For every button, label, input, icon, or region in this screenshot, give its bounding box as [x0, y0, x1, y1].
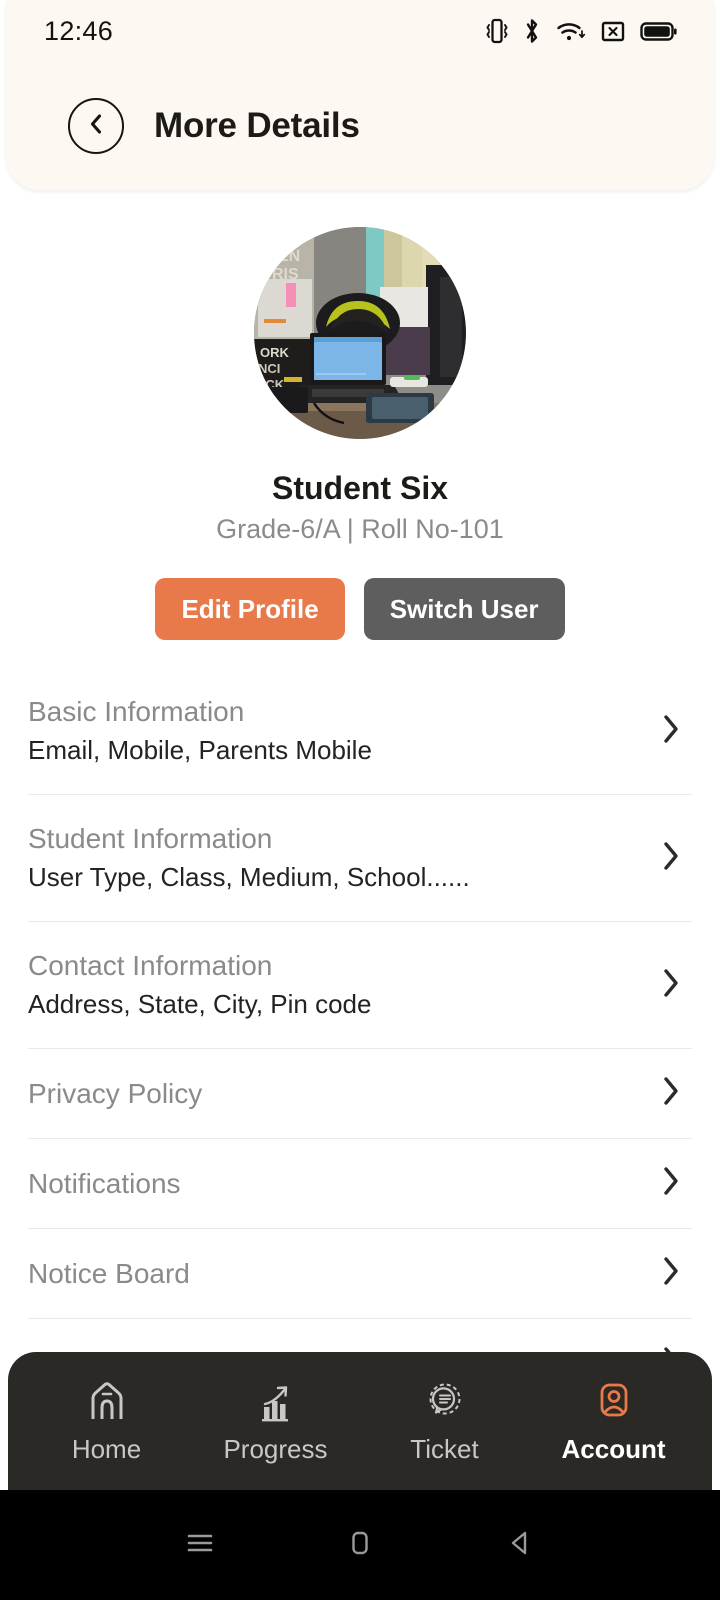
svg-text:NCI: NCI: [258, 361, 280, 376]
chat-icon: [421, 1377, 469, 1428]
list-item-notice-board[interactable]: Notice Board: [28, 1229, 692, 1319]
app-bar: More Details: [6, 62, 714, 190]
header-card: 12:46 More Details: [6, 0, 714, 190]
nav-label: Progress: [223, 1434, 328, 1464]
vibrate-icon: [486, 17, 508, 45]
list-item-notifications[interactable]: Notifications: [28, 1139, 692, 1229]
list-item-subtitle: User Type, Class, Medium, School......: [28, 862, 470, 892]
svg-text:RIS: RIS: [272, 266, 299, 283]
details-list: Basic Information Email, Mobile, Parents…: [28, 668, 692, 1409]
nav-item-progress[interactable]: Progress: [216, 1377, 336, 1465]
avatar[interactable]: ORK NCI ACK EN RIS: [254, 227, 466, 439]
nav-item-account[interactable]: Account: [554, 1377, 674, 1465]
nav-label: Account: [561, 1434, 666, 1464]
status-bar: 12:46: [6, 0, 714, 62]
list-item-privacy-policy[interactable]: Privacy Policy: [28, 1049, 692, 1139]
chevron-right-icon: [660, 1074, 692, 1113]
list-item-subtitle: Email, Mobile, Parents Mobile: [28, 735, 372, 765]
bluetooth-icon: [522, 17, 542, 45]
home-square-icon[interactable]: [340, 1526, 380, 1565]
svg-text:EN: EN: [278, 248, 300, 265]
wifi-icon: [556, 17, 586, 45]
avatar-photo: ORK NCI ACK EN RIS: [254, 227, 466, 439]
edit-profile-button[interactable]: Edit Profile: [155, 578, 345, 640]
battery-full-icon: [640, 17, 678, 45]
list-item-student-information[interactable]: Student Information User Type, Class, Me…: [28, 795, 692, 922]
profile-action-buttons: Edit Profile Switch User: [0, 578, 720, 640]
chevron-right-icon: [660, 712, 692, 751]
back-button[interactable]: [68, 98, 124, 154]
list-item-title: Privacy Policy: [28, 1077, 203, 1109]
list-item-title: Notifications: [28, 1167, 181, 1199]
page-title: More Details: [154, 106, 360, 145]
status-clock: 12:46: [44, 15, 114, 46]
list-item-subtitle: Address, State, City, Pin code: [28, 989, 372, 1019]
profile-name: Student Six: [271, 470, 448, 506]
list-item-title: Contact Information: [28, 950, 273, 981]
no-sim-icon: [600, 17, 626, 45]
account-icon: [590, 1377, 638, 1428]
profile-subtitle: Grade-6/A | Roll No-101: [216, 514, 504, 544]
chart-up-icon: [252, 1377, 300, 1428]
chevron-right-icon: [660, 1164, 692, 1203]
list-item-title: Student Information: [28, 823, 273, 854]
chevron-left-icon: [84, 110, 108, 143]
nav-item-home[interactable]: Home: [47, 1377, 167, 1465]
home-icon: [83, 1377, 131, 1428]
switch-user-button[interactable]: Switch User: [363, 578, 565, 640]
chevron-right-icon: [660, 966, 692, 1005]
recents-icon[interactable]: [180, 1526, 220, 1565]
nav-label: Home: [71, 1434, 142, 1464]
svg-text:ORK: ORK: [260, 345, 290, 360]
android-system-nav: [0, 1490, 720, 1600]
chevron-right-icon: [660, 1254, 692, 1293]
list-item-title: Basic Information: [28, 696, 245, 727]
bottom-navigation: Home Progress Ticket Account: [8, 1352, 712, 1490]
chevron-right-icon: [660, 839, 692, 878]
list-item-contact-information[interactable]: Contact Information Address, State, City…: [28, 922, 692, 1049]
status-icons: [486, 17, 678, 45]
nav-item-ticket[interactable]: Ticket: [385, 1377, 505, 1465]
back-triangle-icon[interactable]: [500, 1526, 540, 1565]
phone-screen: 12:46 More Details ORK NCI ACK EN RIS St…: [0, 0, 720, 1600]
list-item-title: Notice Board: [28, 1257, 190, 1289]
list-item-basic-information[interactable]: Basic Information Email, Mobile, Parents…: [28, 668, 692, 795]
nav-label: Ticket: [410, 1434, 479, 1464]
